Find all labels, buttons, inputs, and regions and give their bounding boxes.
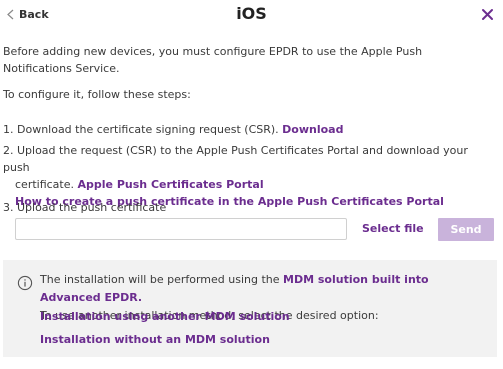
intro-line-2: Notifications Service. bbox=[3, 62, 120, 75]
step-2-line-2: certificate. Apple Push Certificates Por… bbox=[3, 176, 483, 193]
step-2-text: certificate. bbox=[15, 178, 75, 191]
close-button[interactable] bbox=[481, 8, 494, 21]
configure-text: To configure it, follow these steps: bbox=[3, 88, 191, 101]
step-3: 3. Upload the push certificate bbox=[3, 201, 167, 214]
intro-line-1: Before adding new devices, you must conf… bbox=[3, 45, 423, 58]
close-icon bbox=[482, 9, 493, 20]
step-2-line-1: 2. Upload the request (CSR) to the Apple… bbox=[3, 144, 468, 174]
option-without-mdm-link[interactable]: Installation without an MDM solution bbox=[40, 333, 270, 346]
step-1: 1. Download the certificate signing requ… bbox=[3, 121, 483, 138]
step-1-text: 1. Download the certificate signing requ… bbox=[3, 123, 279, 136]
select-file-button[interactable]: Select file bbox=[362, 222, 424, 235]
send-button[interactable]: Send bbox=[438, 218, 494, 241]
info-line-1-prefix: The installation will be performed using… bbox=[40, 273, 280, 286]
apple-push-portal-link[interactable]: Apple Push Certificates Portal bbox=[78, 178, 264, 191]
download-csr-link[interactable]: Download bbox=[282, 123, 343, 136]
certificate-file-input[interactable] bbox=[15, 218, 347, 240]
info-icon bbox=[17, 275, 33, 291]
option-another-mdm-link[interactable]: Installation using another MDM solution bbox=[40, 310, 290, 323]
info-panel: The installation will be performed using… bbox=[3, 260, 497, 357]
info-line-1: The installation will be performed using… bbox=[40, 271, 490, 307]
dialog-title: iOS bbox=[236, 4, 267, 23]
dialog-header: Back iOS bbox=[0, 0, 503, 32]
intro-text: Before adding new devices, you must conf… bbox=[3, 43, 483, 77]
